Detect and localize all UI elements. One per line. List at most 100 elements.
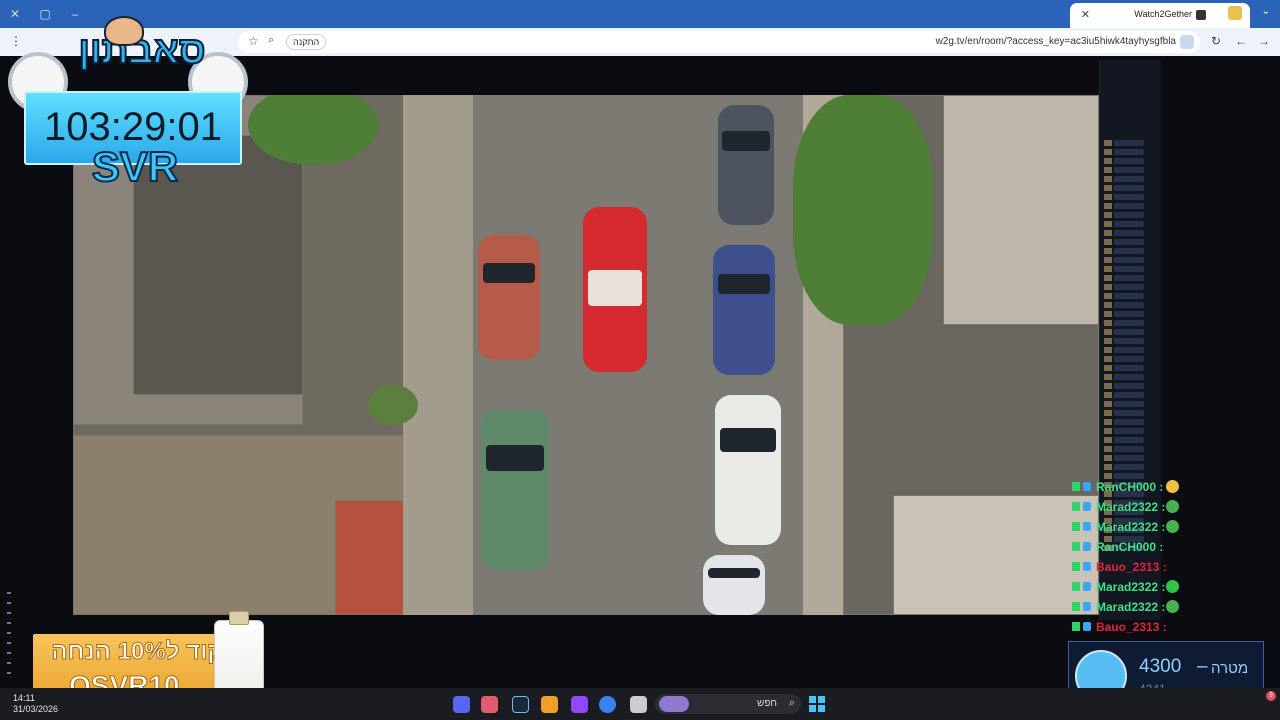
playlist-thumbnail[interactable] <box>1104 311 1112 317</box>
back-arrow-icon[interactable]: ← <box>1235 34 1247 48</box>
install-app-button[interactable]: התקנה <box>286 34 327 50</box>
playlist-thumbnail[interactable] <box>1104 419 1112 425</box>
playlist-item[interactable] <box>1114 248 1144 254</box>
playlist-item[interactable] <box>1114 311 1144 317</box>
playlist-item[interactable] <box>1114 374 1144 380</box>
playlist-thumbnail[interactable] <box>1104 293 1112 299</box>
playlist-thumbnail[interactable] <box>1104 266 1112 272</box>
playlist-thumbnail[interactable] <box>1104 347 1112 353</box>
playlist-thumbnail[interactable] <box>1104 212 1112 218</box>
discord-icon[interactable] <box>453 696 470 713</box>
playlist-item[interactable] <box>1114 464 1144 470</box>
playlist-item[interactable] <box>1114 140 1144 146</box>
playlist-thumbnail[interactable] <box>1104 176 1112 182</box>
playlist-thumbnail[interactable] <box>1104 446 1112 452</box>
playlist-item[interactable] <box>1114 185 1144 191</box>
twitch-icon[interactable] <box>571 696 588 713</box>
playlist-item[interactable] <box>1114 293 1144 299</box>
playlist-thumbnail[interactable] <box>1104 230 1112 236</box>
playlist-thumbnail[interactable] <box>1104 302 1112 308</box>
taskbar-time[interactable]: 14:11 <box>13 693 35 703</box>
playlist-item[interactable] <box>1114 356 1144 362</box>
playlist-thumbnail[interactable] <box>1104 275 1112 281</box>
playlist-item[interactable] <box>1114 257 1144 263</box>
playlist-thumbnail[interactable] <box>1104 239 1112 245</box>
playlist-thumbnail[interactable] <box>1104 401 1112 407</box>
playlist-item[interactable] <box>1114 329 1144 335</box>
playlist-thumbnail[interactable] <box>1104 338 1112 344</box>
playlist-thumbnail[interactable] <box>1104 410 1112 416</box>
site-settings-icon[interactable] <box>1180 35 1194 49</box>
playlist-item[interactable] <box>1114 365 1144 371</box>
playlist-thumbnail[interactable] <box>1104 194 1112 200</box>
profile-icon[interactable] <box>1228 6 1242 20</box>
tab-search-chevron-icon[interactable]: ⌄ <box>1262 6 1270 17</box>
playlist-thumbnail[interactable] <box>1104 392 1112 398</box>
playlist-thumbnail[interactable] <box>1104 455 1112 461</box>
notification-badge[interactable]: 3 <box>1266 691 1276 701</box>
playlist-item[interactable] <box>1114 284 1144 290</box>
playlist-thumbnail[interactable] <box>1104 356 1112 362</box>
playlist-item[interactable] <box>1114 437 1144 443</box>
windows-start-icon[interactable] <box>809 696 825 712</box>
playlist-item[interactable] <box>1114 410 1144 416</box>
playlist-item[interactable] <box>1114 149 1144 155</box>
playlist-thumbnail[interactable] <box>1104 329 1112 335</box>
playlist-item[interactable] <box>1114 158 1144 164</box>
playlist-item[interactable] <box>1114 383 1144 389</box>
browser-menu-icon[interactable]: ⋮ <box>10 34 22 48</box>
playlist-thumbnail[interactable] <box>1104 185 1112 191</box>
playlist-thumbnail[interactable] <box>1104 374 1112 380</box>
tab-close-icon[interactable]: ✕ <box>1081 8 1090 21</box>
playlist-item[interactable] <box>1114 266 1144 272</box>
playlist-thumbnail[interactable] <box>1104 257 1112 263</box>
window-close-icon[interactable]: ✕ <box>6 6 24 22</box>
reload-icon[interactable]: ↻ <box>1211 34 1221 48</box>
playlist-item[interactable] <box>1114 176 1144 182</box>
playlist-item[interactable] <box>1114 347 1144 353</box>
playlist-thumbnail[interactable] <box>1104 203 1112 209</box>
playlist-item[interactable] <box>1114 239 1144 245</box>
playlist-item[interactable] <box>1114 338 1144 344</box>
playlist-item[interactable] <box>1114 401 1144 407</box>
search-lens-icon[interactable]: ⌕ <box>268 34 274 47</box>
playlist-thumbnail[interactable] <box>1104 248 1112 254</box>
playlist-item[interactable] <box>1114 320 1144 326</box>
app-icon[interactable] <box>541 696 558 713</box>
bookmark-star-icon[interactable]: ☆ <box>248 34 259 48</box>
playlist-item[interactable] <box>1114 419 1144 425</box>
tab-watch2gether[interactable]: ✕ Watch2Gether <box>1070 3 1250 28</box>
playlist-thumbnail[interactable] <box>1104 464 1112 470</box>
playlist-item[interactable] <box>1114 167 1144 173</box>
taskbar-search[interactable]: חפש ⌕ <box>655 694 801 714</box>
window-maximize-icon[interactable]: ▢ <box>36 6 54 22</box>
chrome-icon[interactable] <box>599 696 616 713</box>
playlist-item[interactable] <box>1114 428 1144 434</box>
playlist-item[interactable] <box>1114 302 1144 308</box>
playlist-item[interactable] <box>1114 221 1144 227</box>
address-bar[interactable]: ☆ ⌕ התקנה w2g.tv/en/room/?access_key=ac3… <box>238 31 1200 53</box>
file-explorer-icon[interactable] <box>630 696 647 713</box>
playlist-item[interactable] <box>1114 230 1144 236</box>
playlist-item[interactable] <box>1114 455 1144 461</box>
playlist-item[interactable] <box>1114 212 1144 218</box>
taskbar-date[interactable]: 31/03/2026 <box>13 704 58 714</box>
window-minimize-icon[interactable]: – <box>66 6 84 22</box>
playlist-thumbnail[interactable] <box>1104 149 1112 155</box>
video-player[interactable] <box>73 95 1099 615</box>
url-text[interactable]: w2g.tv/en/room/?access_key=ac3iu5hiwk4ta… <box>936 36 1176 47</box>
playlist-item[interactable] <box>1114 194 1144 200</box>
playlist-thumbnail[interactable] <box>1104 167 1112 173</box>
playlist-thumbnail[interactable] <box>1104 428 1112 434</box>
playlist-thumbnail[interactable] <box>1104 221 1112 227</box>
playlist-item[interactable] <box>1114 446 1144 452</box>
playlist-thumbnail[interactable] <box>1104 140 1112 146</box>
playlist-thumbnail[interactable] <box>1104 383 1112 389</box>
playlist-item[interactable] <box>1114 203 1144 209</box>
playlist-thumbnail[interactable] <box>1104 365 1112 371</box>
playlist-thumbnail[interactable] <box>1104 284 1112 290</box>
playlist-thumbnail[interactable] <box>1104 320 1112 326</box>
playlist-thumbnail[interactable] <box>1104 437 1112 443</box>
telegram-icon[interactable] <box>481 696 498 713</box>
playlist-item[interactable] <box>1114 275 1144 281</box>
